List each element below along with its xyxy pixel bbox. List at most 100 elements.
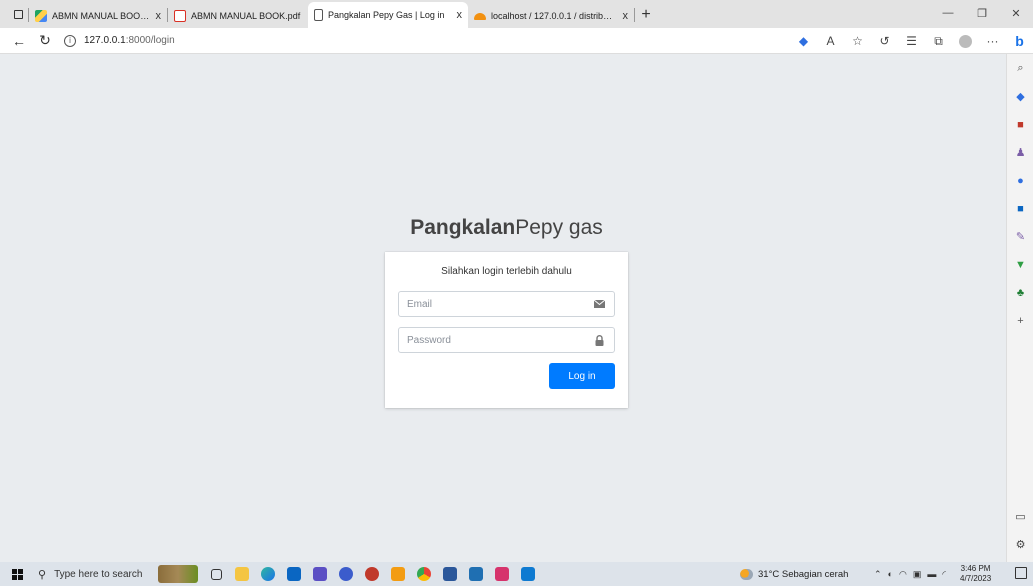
app-purple-icon[interactable] [307, 562, 333, 586]
login-logo: PangkalanPepy gas [385, 216, 628, 240]
search-icon: ⚲ [38, 568, 47, 581]
app-blue-icon[interactable] [333, 562, 359, 586]
tab-label: ABMN MANUAL BOOK.pdf [191, 11, 301, 21]
show-hidden-icon[interactable]: ⌃ [874, 569, 882, 580]
tab-close-icon[interactable]: x [623, 10, 629, 22]
display-icon[interactable]: ▣ [913, 569, 922, 580]
profile-icon[interactable] [952, 28, 979, 54]
taskbar-search-text: Type here to search [54, 568, 143, 580]
wifi-icon[interactable]: ◜ [942, 569, 946, 580]
word-icon[interactable] [437, 562, 463, 586]
vscode-icon[interactable] [515, 562, 541, 586]
tray-app-icon[interactable]: ◐ [888, 569, 893, 579]
window-controls: — ❐ ✕ [931, 0, 1033, 26]
tab-phpmyadmin[interactable]: localhost / 127.0.0.1 / distribusi_g x [468, 4, 634, 28]
url-path: :8000/login [125, 35, 175, 46]
network-icon[interactable]: ◠ [899, 569, 907, 580]
windows-logo-icon [11, 568, 23, 580]
url-host: 127.0.0.1 [84, 35, 126, 46]
more-icon[interactable]: ··· [979, 28, 1006, 54]
login-button[interactable]: Log in [549, 363, 615, 389]
games-icon[interactable]: ♟ [1014, 146, 1027, 159]
tab-close-icon[interactable]: x [156, 10, 162, 22]
outlook-icon[interactable]: ■ [1014, 202, 1027, 215]
app-orange-icon[interactable] [385, 562, 411, 586]
login-message: Silahkan login terlebih dahulu [441, 266, 572, 277]
logo-light-text: Pepy gas [515, 216, 603, 239]
email-input-group [398, 291, 615, 317]
tab-drive[interactable]: ABMN MANUAL BOOK.pdf - Go x [29, 4, 167, 28]
taskbar-search[interactable]: ⚲ Type here to search [38, 563, 153, 585]
drop-icon[interactable]: ▼ [1014, 258, 1027, 271]
google-drive-icon [35, 10, 47, 22]
clock-date: 4/7/2023 [960, 574, 992, 583]
tab-label: localhost / 127.0.0.1 / distribusi_g [491, 11, 617, 21]
toolbar-icons: ◆ A ☆ ↺ ☰ ⧉ ··· b [790, 28, 1033, 54]
address-bar: ← ↻ i 127.0.0.1:8000/login ◆ A ☆ ↺ ☰ ⧉ ·… [0, 28, 1033, 54]
logo-bold-text: Pangkalan [410, 216, 516, 239]
button-row: Log in [398, 363, 615, 389]
edge-icon[interactable] [255, 562, 281, 586]
tab-actions-button[interactable] [8, 3, 28, 25]
app-teal-icon[interactable] [463, 562, 489, 586]
clock-time: 3:46 PM [960, 564, 991, 573]
page-content: PangkalanPepy gas Silahkan login terlebi… [0, 54, 1006, 562]
page-icon [314, 9, 323, 21]
new-tab-button[interactable]: + [635, 4, 657, 26]
battery-icon[interactable]: ▬ [927, 569, 936, 579]
read-aloud-icon[interactable]: A [817, 28, 844, 54]
phpmyadmin-icon [474, 12, 486, 20]
tab-label: ABMN MANUAL BOOK.pdf - Go [52, 11, 150, 21]
hide-sidebar-icon[interactable]: ▭ [1014, 510, 1027, 523]
refresh-sync-icon[interactable]: ↺ [871, 28, 898, 54]
refresh-icon[interactable]: ↻ [32, 28, 58, 54]
weather-text: 31°C Sebagian cerah [758, 568, 849, 580]
extension-icon[interactable]: ◆ [790, 28, 817, 54]
browser-tab-bar: ABMN MANUAL BOOK.pdf - Go x ABMN MANUAL … [0, 0, 1033, 28]
settings-gear-icon[interactable]: ⚙ [1014, 538, 1027, 551]
file-explorer-icon[interactable] [229, 562, 255, 586]
clock[interactable]: 3:46 PM 4/7/2023 [960, 564, 991, 584]
tab-login-active[interactable]: Pangkalan Pepy Gas | Log in x [308, 2, 468, 28]
password-input-group [398, 327, 615, 353]
app-pink-icon[interactable] [489, 562, 515, 586]
notification-icon[interactable] [1015, 567, 1027, 579]
collections-icon[interactable]: ⧉ [925, 28, 952, 54]
app-notification-icon[interactable] [359, 562, 385, 586]
weather-widget[interactable]: 31°C Sebagian cerah [740, 562, 848, 586]
office-icon[interactable]: ● [1014, 174, 1027, 187]
password-input[interactable] [399, 328, 584, 352]
restore-icon[interactable]: ❐ [965, 0, 999, 26]
url-field[interactable]: i 127.0.0.1:8000/login [64, 31, 754, 51]
tools-icon[interactable]: ■ [1014, 118, 1027, 131]
start-button[interactable] [6, 562, 28, 586]
tab-close-icon[interactable]: x [457, 9, 463, 21]
close-window-icon[interactable]: ✕ [999, 0, 1033, 26]
designer-icon[interactable]: ✎ [1014, 230, 1027, 243]
add-favorite-icon[interactable]: ☆ [844, 28, 871, 54]
shopping-icon[interactable]: ◆ [1014, 90, 1027, 103]
favorites-icon[interactable]: ☰ [898, 28, 925, 54]
minimize-icon[interactable]: — [931, 0, 965, 26]
bing-icon[interactable]: b [1006, 28, 1033, 54]
search-icon[interactable]: ⌕ [1014, 62, 1027, 75]
email-input[interactable] [399, 292, 584, 316]
pdf-icon [174, 10, 186, 22]
tab-actions-icon [13, 9, 23, 19]
edge-sidebar: ⌕ ◆ ■ ♟ ● ■ ✎ ▼ ♣ + ▭ ⚙ [1006, 54, 1033, 562]
back-icon[interactable]: ← [6, 28, 32, 54]
lock-icon [584, 328, 614, 352]
search-highlight-icon[interactable] [153, 562, 203, 586]
login-card: Silahkan login terlebih dahulu Log in [385, 252, 628, 408]
envelope-icon [584, 292, 614, 316]
add-sidebar-icon[interactable]: + [1014, 314, 1027, 327]
mail-icon[interactable] [281, 562, 307, 586]
tree-icon[interactable]: ♣ [1014, 286, 1027, 299]
weather-icon [740, 568, 753, 580]
tab-label: Pangkalan Pepy Gas | Log in [328, 10, 445, 20]
task-view-icon[interactable] [203, 562, 229, 586]
tab-pdf[interactable]: ABMN MANUAL BOOK.pdf [168, 4, 308, 28]
windows-taskbar: ⚲ Type here to search 31°C Sebagian cera… [0, 562, 1033, 586]
site-info-icon[interactable]: i [64, 34, 76, 47]
chrome-icon[interactable] [411, 562, 437, 586]
